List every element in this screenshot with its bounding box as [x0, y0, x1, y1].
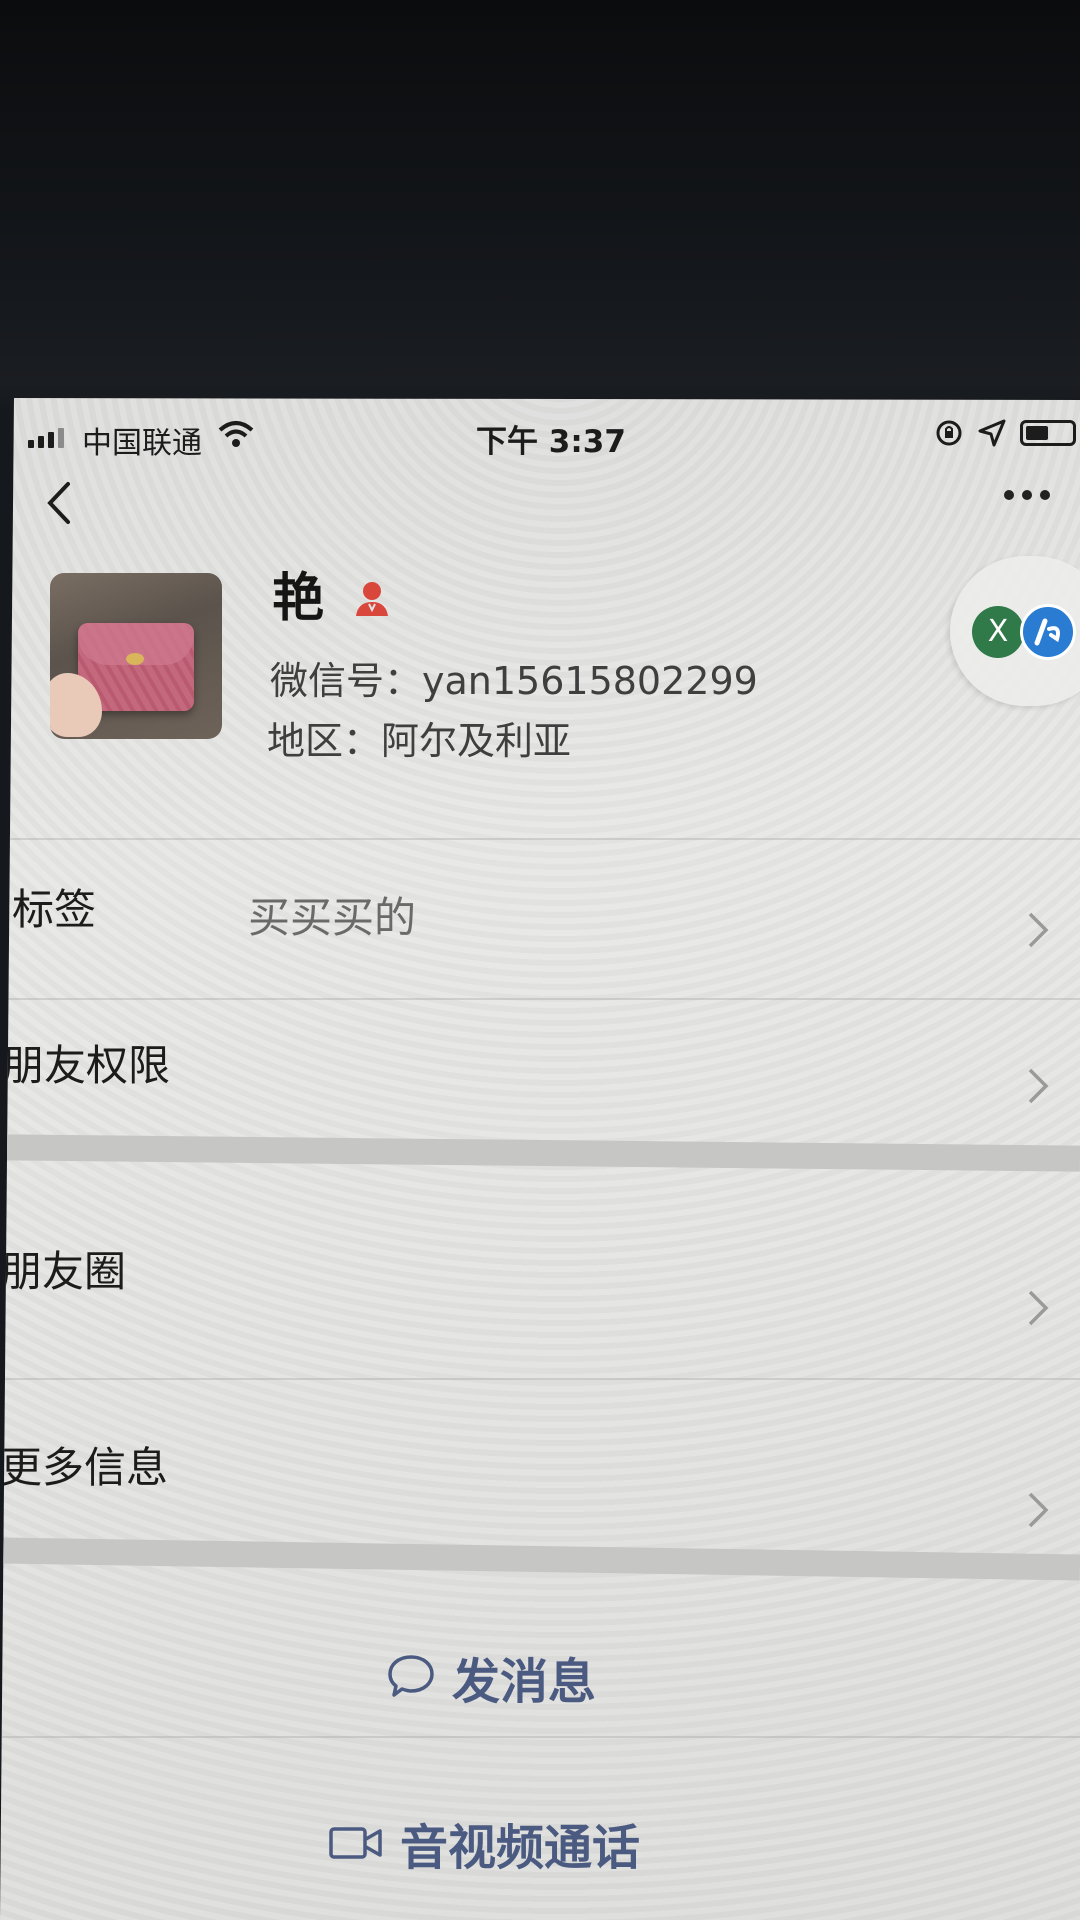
av-call-label: 音视频通话: [400, 1820, 641, 1876]
more-info-label: 更多信息: [0, 1443, 169, 1492]
status-bar: 中国联通 下午 3:37: [0, 410, 1080, 461]
tags-value: 买买买的: [248, 893, 417, 942]
avatar-bag-clasp: [126, 653, 144, 665]
location-icon: [978, 419, 1006, 447]
permissions-label: 朋友权限: [2, 1041, 171, 1090]
chevron-right-icon: [1026, 910, 1050, 954]
chevron-left-icon: [47, 482, 70, 524]
nickname: 艳: [272, 569, 325, 629]
status-right-icons: [934, 418, 1076, 448]
back-button[interactable]: [44, 478, 74, 532]
section-separator: [0, 1537, 1080, 1581]
more-dot: [1004, 490, 1014, 500]
send-message-label: 发消息: [452, 1654, 597, 1710]
status-time: 下午 3:37: [476, 424, 626, 460]
status-badge-icon: [1020, 604, 1076, 660]
female-icon: [352, 578, 392, 622]
divider: [0, 1378, 1080, 1380]
rotation-lock-icon: [936, 420, 962, 446]
divider: [0, 998, 1080, 1000]
send-message-button[interactable]: 发消息: [386, 1642, 596, 1712]
wechat-id: 微信号：yan15615802299: [270, 659, 758, 703]
avatar[interactable]: [50, 573, 222, 739]
section-separator: [0, 1134, 1080, 1172]
chevron-right-icon: [1026, 1288, 1050, 1332]
divider: [0, 838, 1080, 840]
status-badge-x: X: [972, 606, 1024, 658]
moments-label: 朋友圈: [0, 1247, 127, 1296]
signal-icon: [28, 428, 64, 448]
chevron-right-icon: [1026, 1066, 1050, 1110]
more-dot: [1040, 490, 1050, 500]
more-button[interactable]: [1004, 490, 1050, 500]
av-call-button[interactable]: 音视频通话: [328, 1808, 640, 1878]
battery-icon: [1020, 420, 1076, 446]
chevron-right-icon: [1026, 1490, 1050, 1534]
phone-screen: 中国联通 下午 3:37 艳 微信号：yan15615802299 地区：阿尔及…: [0, 398, 1080, 1920]
wifi-icon: [218, 420, 254, 456]
status-badge-pill[interactable]: X: [950, 556, 1080, 706]
more-dot: [1022, 490, 1032, 500]
video-camera-icon: [329, 1827, 382, 1859]
region: 地区：阿尔及利亚: [267, 719, 572, 763]
carrier-name: 中国联通: [82, 426, 202, 461]
tags-label: 标签: [12, 885, 97, 934]
chat-bubble-icon: [388, 1655, 434, 1697]
divider: [0, 1736, 1080, 1738]
